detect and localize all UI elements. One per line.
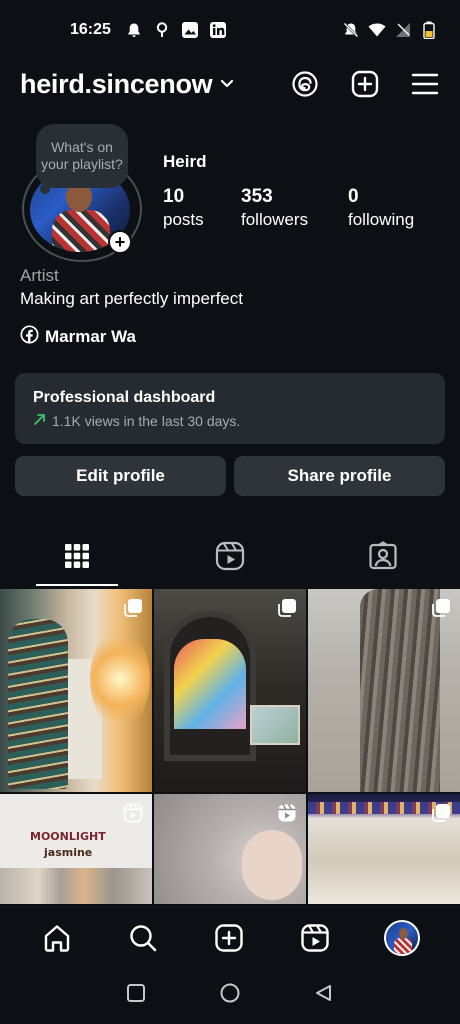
carousel-icon [122,597,144,619]
carousel-icon [430,597,452,619]
stat-followers-count: 353 [241,186,273,207]
hamburger-menu-icon[interactable] [410,69,440,99]
post-image-glow [90,629,150,729]
post-image-tree-trunk [360,589,440,792]
signal-icon [394,21,412,39]
profile-content-tabs [0,530,460,586]
account-switcher-username[interactable]: heird.sincenow [20,69,213,100]
notes-bubble[interactable]: What's on your playlist? [36,124,128,188]
stat-following[interactable]: 0 following [348,186,414,232]
bell-icon [125,21,143,39]
recents-square-icon[interactable] [126,983,146,1008]
header-actions [290,69,440,99]
posts-grid: MOONLIGHT jasmine [0,589,460,904]
professional-dashboard-card[interactable]: Professional dashboard 1.1K views in the… [15,373,445,444]
reels-icon [215,541,245,576]
photos-app-icon [181,21,199,39]
notes-prompt-text: What's on your playlist? [41,139,123,172]
carousel-icon [430,802,452,824]
back-triangle-icon[interactable] [314,983,334,1008]
create-icon[interactable] [212,921,246,955]
nav-avatar-face [399,927,408,939]
tab-reels[interactable] [153,530,306,586]
chevron-down-icon[interactable] [220,79,234,89]
stat-posts-count: 10 [163,186,185,207]
reel-icon [276,802,298,824]
status-bar: 16:25 [0,0,460,60]
avatar-shirt [52,210,110,252]
stat-followers-label: followers [241,210,309,229]
stat-following-label: following [348,210,415,229]
notes-bubble-tail [40,184,50,194]
grid-post[interactable] [308,589,460,792]
post-image-title-line2: jasmine [44,846,93,859]
status-notification-icons [125,21,227,39]
dashboard-views-text: 1.1K views in the last 30 days. [52,413,241,429]
bottom-navigation [0,907,460,967]
battery-icon [420,21,438,39]
wifi-icon [368,21,386,39]
status-system-icons [342,21,438,39]
post-image-hand [242,830,302,900]
post-image-painting [174,639,246,729]
facebook-icon [20,325,39,349]
stat-followers[interactable]: 353 followers [241,186,348,232]
system-navigation-bar [0,967,460,1024]
stat-posts[interactable]: 10 posts [163,186,241,232]
profile-tab-avatar[interactable] [384,919,420,956]
share-profile-button[interactable]: Share profile [234,456,445,496]
facebook-profile-link[interactable]: Marmar Wa [20,325,136,349]
stat-following-count: 0 [348,186,359,207]
grid-post[interactable] [308,794,460,904]
tab-tagged[interactable] [307,530,460,586]
tab-posts-grid[interactable] [0,530,153,586]
post-image-photo-strip [0,868,152,904]
location-pin-icon [153,21,171,39]
nav-avatar-shirt [394,937,412,954]
status-time: 16:25 [70,21,111,38]
reels-icon[interactable] [298,921,332,955]
edit-profile-button[interactable]: Edit profile [15,456,226,496]
trend-up-arrow-icon [33,413,46,429]
profile-bio: Making art perfectly imperfect [20,289,243,308]
post-image-easel [250,705,300,745]
grid-post[interactable] [154,589,306,792]
profile-category: Artist [20,266,59,285]
carousel-icon [276,597,298,619]
search-icon[interactable] [126,921,160,955]
display-name: Heird [163,152,207,171]
profile-stats: 10 posts 353 followers 0 following [163,186,414,232]
grid-post[interactable] [0,589,152,792]
threads-icon[interactable] [290,69,320,99]
home-circle-icon[interactable] [219,982,241,1009]
grid-post[interactable]: MOONLIGHT jasmine [0,794,152,904]
create-post-icon[interactable] [350,69,380,99]
facebook-name: Marmar Wa [45,327,137,346]
bell-muted-icon [342,21,360,39]
add-story-icon[interactable]: + [108,230,132,254]
reel-icon [122,802,144,824]
dashboard-title: Professional dashboard [33,389,216,406]
dashboard-subtitle-row: 1.1K views in the last 30 days. [33,413,427,429]
tagged-icon [368,540,398,576]
post-image-figure [8,619,68,789]
stat-posts-label: posts [163,210,204,229]
home-icon[interactable] [40,921,74,955]
profile-header: heird.sincenow [0,62,460,106]
grid-icon [64,543,90,574]
post-image-title-line1: MOONLIGHT [30,830,106,843]
linkedin-icon [209,21,227,39]
active-tab-indicator [36,584,118,586]
grid-post[interactable] [154,794,306,904]
